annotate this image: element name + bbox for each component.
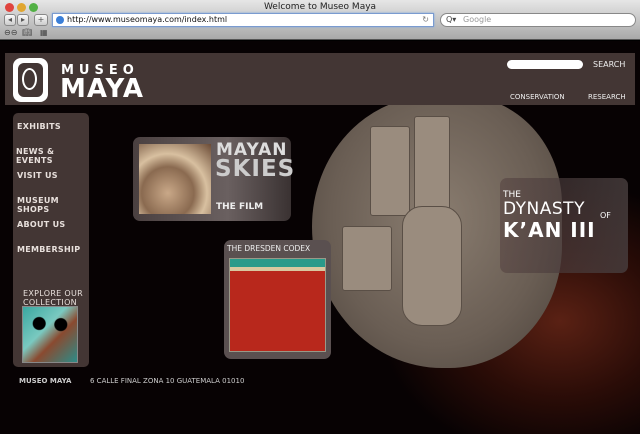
globe-icon	[56, 16, 64, 24]
forward-button[interactable]: ▸	[17, 14, 29, 26]
sidebar: EXHIBITS NEWS & EVENTS VISIT US MUSEUM S…	[13, 113, 89, 367]
nav-research[interactable]: RESEARCH	[588, 93, 626, 101]
browser-chrome: Welcome to Museo Maya ◂ ▸ + http://www.m…	[0, 0, 640, 40]
sun-stone-image	[139, 144, 211, 214]
window-title: Welcome to Museo Maya	[0, 2, 640, 12]
site-header: MUSEO MAYA SEARCH CONSERVATION RESEARCH	[5, 53, 635, 105]
mayan-skies-card[interactable]: MAYAN SKIES THE FILM	[133, 137, 291, 221]
nav-conservation[interactable]: CONSERVATION	[510, 93, 565, 101]
reading-glasses-icon[interactable]: ⊖⊖	[4, 28, 17, 37]
sidebar-item-about-us[interactable]: ABOUT US	[17, 220, 66, 229]
dynasty-of: OF	[600, 211, 611, 220]
address-bar[interactable]: http://www.museomaya.com/index.html ↻	[52, 13, 434, 27]
museo-maya-logo[interactable]	[13, 58, 48, 102]
jade-mask-thumbnail[interactable]	[22, 306, 78, 363]
sidebar-item-visit-us[interactable]: VISIT US	[17, 171, 58, 180]
add-bookmark-button[interactable]: +	[34, 14, 48, 26]
dresden-codex-card[interactable]: THE DRESDEN CODEX	[224, 240, 331, 359]
sidebar-item-membership[interactable]: MEMBERSHIP	[17, 245, 80, 254]
search-button[interactable]: SEARCH	[593, 60, 625, 69]
codex-title: THE DRESDEN CODEX	[227, 244, 310, 253]
page: MUSEO MAYA SEARCH CONSERVATION RESEARCH …	[0, 41, 640, 434]
logo-text-maya: MAYA	[60, 74, 144, 104]
site-search-input[interactable]	[507, 60, 583, 69]
skies-title-2: SKIES	[215, 156, 295, 182]
sidebar-item-news-events[interactable]: NEWS & EVENTS	[16, 147, 89, 165]
codex-image	[229, 258, 326, 352]
url-text: http://www.museomaya.com/index.html	[67, 15, 227, 24]
dynasty-title: DYNASTY	[503, 199, 585, 219]
dynasty-card[interactable]: THE DYNASTY OF K’AN III	[500, 178, 628, 273]
bookmarks-icon[interactable]: 📖︎	[22, 28, 32, 37]
sidebar-item-museum-shops[interactable]: MUSEUM SHOPS	[17, 196, 89, 214]
search-field[interactable]: Q▾ Google	[440, 13, 636, 27]
footer-name: MUSEO MAYA	[19, 377, 71, 385]
search-placeholder: Google	[463, 15, 491, 24]
search-icon: Q▾	[446, 14, 456, 26]
back-button[interactable]: ◂	[4, 14, 16, 26]
sidebar-item-exhibits[interactable]: EXHIBITS	[17, 122, 61, 131]
explore-label-1[interactable]: EXPLORE OUR	[23, 289, 83, 298]
footer-address: 6 CALLE FINAL ZONA 10 GUATEMALA 01010	[90, 377, 244, 385]
skies-subtitle: THE FILM	[216, 202, 263, 212]
dynasty-name: K’AN III	[503, 218, 596, 242]
grid-icon[interactable]: ▦	[40, 28, 48, 37]
reload-icon[interactable]: ↻	[422, 14, 429, 26]
